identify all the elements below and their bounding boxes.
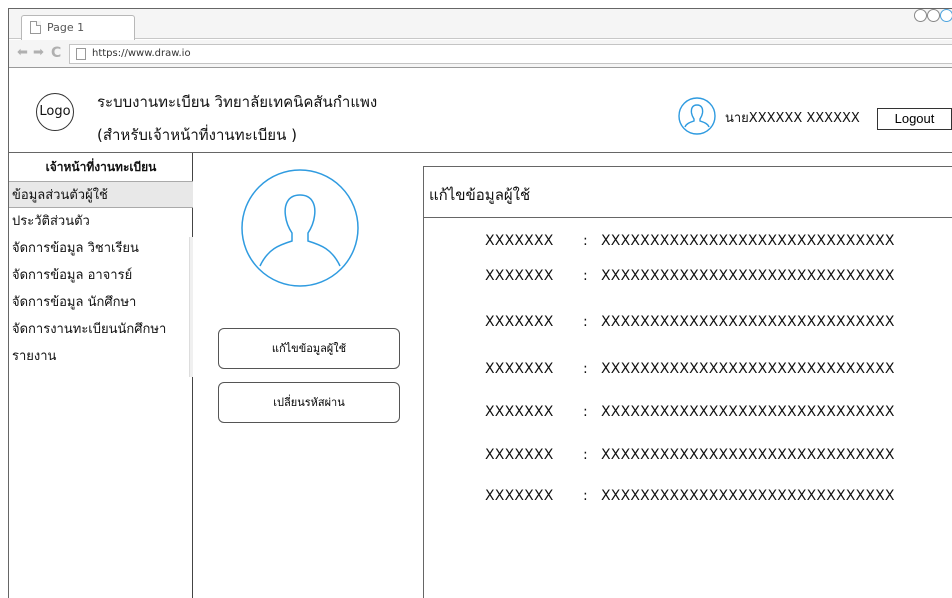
logout-button[interactable]: Logout [877, 108, 952, 130]
url-input[interactable]: https://www.draw.io [69, 44, 952, 64]
tab-title: Page 1 [47, 21, 85, 34]
field-row: XXXXXXX: XXXXXXXXXXXXXXXXXXXXXXXXXXXXXX [485, 233, 895, 249]
field-label: XXXXXXX [485, 233, 554, 249]
field-label: XXXXXXX [485, 447, 554, 463]
field-label: XXXXXXX [485, 314, 554, 330]
field-separator: : [583, 447, 588, 463]
field-label: XXXXXXX [485, 361, 554, 377]
change-password-button[interactable]: เปลี่ยนรหัสผ่าน [218, 382, 400, 423]
field-separator: : [583, 233, 588, 249]
field-separator: : [583, 268, 588, 284]
window-maximize-icon[interactable] [927, 9, 940, 22]
edit-user-panel: แก้ไขข้อมูลผู้ใช้ XXXXXXX: XXXXXXXXXXXXXX… [423, 166, 952, 598]
field-separator: : [583, 404, 588, 420]
url-text: https://www.draw.io [92, 48, 191, 59]
browser-tab[interactable]: Page 1 [21, 15, 135, 40]
field-value: XXXXXXXXXXXXXXXXXXXXXXXXXXXXXX [601, 361, 895, 377]
sidebar-item-registration[interactable]: จัดการงานทะเบียนนักศึกษา [9, 316, 193, 343]
browser-window: Page 1 ⬅ ➡ C https://www.draw.io Logo ระ… [8, 8, 952, 598]
address-bar: ⬅ ➡ C https://www.draw.io [9, 40, 952, 68]
field-row: XXXXXXX: XXXXXXXXXXXXXXXXXXXXXXXXXXXXXX [485, 361, 895, 377]
field-row: XXXXXXX: XXXXXXXXXXXXXXXXXXXXXXXXXXXXXX [485, 488, 895, 504]
field-row: XXXXXXX: XXXXXXXXXXXXXXXXXXXXXXXXXXXXXX [485, 314, 895, 330]
field-value: XXXXXXXXXXXXXXXXXXXXXXXXXXXXXX [601, 233, 895, 249]
field-label: XXXXXXX [485, 404, 554, 420]
window-minimize-icon[interactable] [914, 9, 927, 22]
system-subtitle: (สำหรับเจ้าหน้าที่งานทะเบียน ) [97, 126, 297, 144]
sidebar-heading: เจ้าหน้าที่งานทะเบียน [45, 160, 157, 174]
field-separator: : [583, 314, 588, 330]
edit-profile-button[interactable]: แก้ไขข้อมูลผู้ใช้ [218, 328, 400, 369]
reload-icon[interactable]: C [51, 46, 61, 60]
field-separator: : [583, 361, 588, 377]
sidebar-menu: ข้อมูลส่วนตัวผู้ใช้ ประวัติส่วนตัว จัดกา… [9, 181, 193, 370]
sidebar-item-user-info[interactable]: ข้อมูลส่วนตัวผู้ใช้ [9, 181, 193, 208]
window-close-icon[interactable] [940, 9, 952, 22]
field-row: XXXXXXX: XXXXXXXXXXXXXXXXXXXXXXXXXXXXXX [485, 404, 895, 420]
user-avatar-icon[interactable] [678, 97, 716, 135]
sidebar-item-profile-history[interactable]: ประวัติส่วนตัว [9, 208, 193, 235]
back-arrow-icon[interactable]: ⬅ [17, 46, 28, 60]
field-value: XXXXXXXXXXXXXXXXXXXXXXXXXXXXXX [601, 447, 895, 463]
sidebar-item-manage-subjects[interactable]: จัดการข้อมูล วิชาเรียน [9, 235, 193, 262]
sidebar-item-manage-teachers[interactable]: จัดการข้อมูล อาจารย์ [9, 262, 193, 289]
user-name: นายXXXXXX XXXXXX [725, 111, 860, 126]
sidebar-item-reports[interactable]: รายงาน [9, 343, 193, 370]
field-value: XXXXXXXXXXXXXXXXXXXXXXXXXXXXXX [601, 314, 895, 330]
field-separator: : [583, 488, 588, 504]
system-title: ระบบงานทะเบียน วิทยาลัยเทคนิคสันกำแพง [97, 93, 378, 111]
forward-arrow-icon[interactable]: ➡ [33, 46, 44, 60]
field-value: XXXXXXXXXXXXXXXXXXXXXXXXXXXXXX [601, 404, 895, 420]
field-row: XXXXXXX: XXXXXXXXXXXXXXXXXXXXXXXXXXXXXX [485, 268, 895, 284]
logo: Logo [36, 93, 74, 131]
field-label: XXXXXXX [485, 488, 554, 504]
tab-strip: Page 1 [9, 9, 952, 40]
sidebar-scrollbar[interactable] [189, 237, 193, 377]
page-icon [30, 21, 41, 34]
field-label: XXXXXXX [485, 268, 554, 284]
panel-divider [424, 217, 952, 218]
sidebar-item-manage-students[interactable]: จัดการข้อมูล นักศึกษา [9, 289, 193, 316]
app-header: Logo ระบบงานทะเบียน วิทยาลัยเทคนิคสันกำแ… [9, 69, 952, 153]
field-value: XXXXXXXXXXXXXXXXXXXXXXXXXXXXXX [601, 268, 895, 284]
field-row: XXXXXXX: XXXXXXXXXXXXXXXXXXXXXXXXXXXXXX [485, 447, 895, 463]
profile-avatar-icon [241, 169, 359, 287]
field-value: XXXXXXXXXXXXXXXXXXXXXXXXXXXXXX [601, 488, 895, 504]
panel-title: แก้ไขข้อมูลผู้ใช้ [429, 186, 531, 204]
page-icon [76, 48, 86, 60]
sidebar: เจ้าหน้าที่งานทะเบียน ข้อมูลส่วนตัวผู้ใช… [9, 153, 193, 598]
